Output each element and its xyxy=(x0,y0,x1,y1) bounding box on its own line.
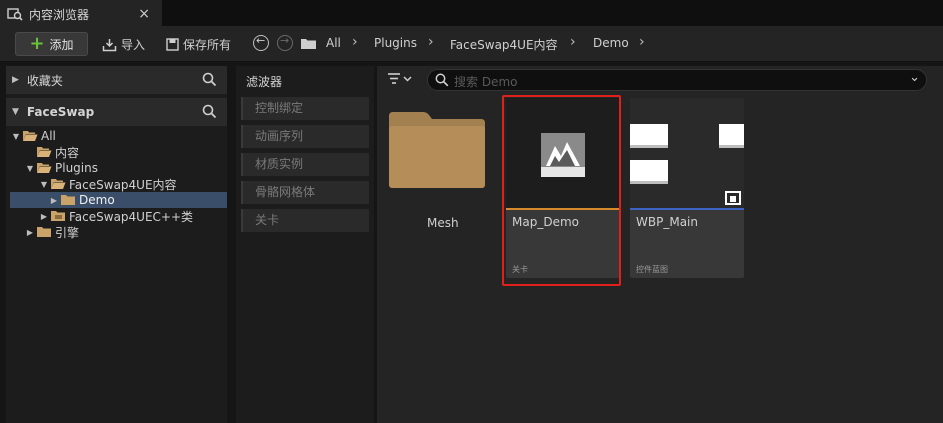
asset-thumbnail xyxy=(630,98,744,208)
forward-button[interactable]: → xyxy=(277,34,293,51)
tree-item-content[interactable]: 内容 xyxy=(24,144,227,160)
sources-panel: ▶ 收藏夹 ▼ FaceSwap ▼ All 内容 ▼ Plugins ▼ Fa… xyxy=(6,66,227,423)
tab-title: 内容浏览器 xyxy=(29,7,90,22)
breadcrumb-all[interactable]: All xyxy=(326,36,341,50)
folder-label: Mesh xyxy=(427,216,459,230)
filter-chip[interactable]: 骨骼网格体 xyxy=(241,181,369,204)
tree-item-label: 内容 xyxy=(55,145,80,160)
add-button[interactable]: + 添加 xyxy=(15,32,88,56)
tab-content-browser[interactable]: 内容浏览器 × xyxy=(0,0,162,26)
collapsed-arrow-icon: ▶ xyxy=(50,195,58,205)
tree-item-plugins[interactable]: ▼ Plugins xyxy=(24,160,227,176)
toolbar: + 添加 导入 保存所有 ← → All › Plugins › FaceSwa… xyxy=(0,26,943,62)
tree-item-label: FaceSwap4UE内容 xyxy=(69,177,177,192)
filter-chip[interactable]: 动画序列 xyxy=(241,125,369,148)
collapsed-arrow-icon: ▶ xyxy=(12,75,19,85)
filter-dropdown-button[interactable] xyxy=(387,72,413,89)
search-icon[interactable] xyxy=(202,72,217,87)
highlight-box xyxy=(502,95,621,286)
tree-item-demo[interactable]: ▶ Demo xyxy=(10,192,227,208)
search-input[interactable]: 搜索 Demo ⌄ xyxy=(427,69,927,91)
tree-item-label: FaceSwap4UEC++类 xyxy=(69,209,194,224)
favorites-label: 收藏夹 xyxy=(26,73,63,88)
folder-icon[interactable] xyxy=(300,37,317,50)
search-icon xyxy=(435,73,449,87)
import-button[interactable]: 导入 xyxy=(102,36,145,53)
breadcrumb-demo[interactable]: Demo xyxy=(593,36,629,50)
expanded-arrow-icon: ▼ xyxy=(40,179,48,189)
filter-chip[interactable]: 控制绑定 xyxy=(241,97,369,120)
back-arrow-icon: ← xyxy=(256,34,266,47)
asset-card-wbp-main[interactable]: WBP_Main 控件蓝图 xyxy=(630,98,744,278)
chevron-right-icon[interactable]: › xyxy=(570,34,576,50)
folder-icon xyxy=(61,195,75,205)
asset-name: WBP_Main xyxy=(636,215,698,229)
expanded-arrow-icon: ▼ xyxy=(26,163,34,173)
open-folder-icon xyxy=(23,131,38,141)
asset-type-accent xyxy=(630,208,744,210)
folder-icon xyxy=(389,112,485,188)
tree-item-label: Plugins xyxy=(55,161,98,175)
expanded-arrow-icon: ▼ xyxy=(12,107,19,117)
import-icon xyxy=(102,38,117,51)
open-folder-icon xyxy=(37,163,52,173)
tree-item-label: 引擎 xyxy=(55,225,80,240)
favorites-header[interactable]: ▶ 收藏夹 xyxy=(6,66,227,94)
filter-chip[interactable]: 材质实例 xyxy=(241,153,369,176)
tree-item-faceswap4ue-cpp[interactable]: ▶ FaceSwap4UEC++类 xyxy=(38,208,227,224)
chevron-down-icon[interactable]: ⌄ xyxy=(909,70,920,85)
add-button-label: 添加 xyxy=(49,37,74,52)
save-icon xyxy=(166,38,179,51)
collapsed-arrow-icon: ▶ xyxy=(40,211,48,221)
tree-item-all[interactable]: ▼ All xyxy=(10,128,227,144)
save-all-button[interactable]: 保存所有 xyxy=(166,36,231,53)
content-browser-icon xyxy=(7,8,23,21)
expanded-arrow-icon: ▼ xyxy=(12,131,20,141)
open-folder-icon xyxy=(37,147,52,157)
close-icon[interactable]: × xyxy=(138,6,150,22)
widget-blueprint-preview-icon xyxy=(630,124,744,205)
breadcrumb-plugins[interactable]: Plugins xyxy=(374,36,417,50)
filters-title: 滤波器 xyxy=(246,75,283,89)
tree-item-engine[interactable]: ▶ 引擎 xyxy=(24,224,227,240)
asset-type: 控件蓝图 xyxy=(636,265,668,274)
search-icon[interactable] xyxy=(202,104,217,119)
filter-chip[interactable]: 关卡 xyxy=(241,209,369,232)
chevron-right-icon[interactable]: › xyxy=(639,34,645,50)
project-label: FaceSwap xyxy=(26,105,95,119)
asset-view: 搜索 Demo ⌄ Mesh Map_Demo 关卡 WBP_Main 控件蓝图 xyxy=(377,66,943,423)
tree-item-label: Demo xyxy=(79,193,115,207)
breadcrumb-faceswap4ue[interactable]: FaceSwap4UE内容 xyxy=(450,36,558,53)
chevron-right-icon[interactable]: › xyxy=(428,34,434,50)
project-header[interactable]: ▼ FaceSwap xyxy=(6,98,227,126)
import-label: 导入 xyxy=(121,38,146,52)
tab-bar: 内容浏览器 × xyxy=(0,0,943,26)
cpp-folder-icon xyxy=(51,211,65,221)
save-all-label: 保存所有 xyxy=(183,38,232,52)
folder-icon xyxy=(37,227,51,237)
tree-item-faceswap4ue-content[interactable]: ▼ FaceSwap4UE内容 xyxy=(38,176,227,192)
chevron-right-icon[interactable]: › xyxy=(352,34,358,50)
search-placeholder: 搜索 Demo xyxy=(454,75,518,89)
tree-item-label: All xyxy=(41,129,56,143)
filter-icon xyxy=(388,73,412,84)
forward-arrow-icon: → xyxy=(280,34,290,47)
plus-icon: + xyxy=(29,33,45,54)
collapsed-arrow-icon: ▶ xyxy=(26,227,34,237)
folder-tile-mesh[interactable] xyxy=(387,110,487,190)
filters-panel: 滤波器 控制绑定 动画序列 材质实例 骨骼网格体 关卡 xyxy=(236,66,374,423)
open-folder-icon xyxy=(51,179,66,189)
back-button[interactable]: ← xyxy=(253,34,269,51)
